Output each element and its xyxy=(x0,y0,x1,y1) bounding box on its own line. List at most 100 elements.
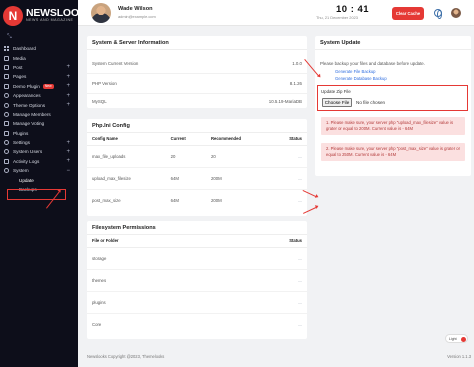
sidebar-item-label: Theme Options xyxy=(13,102,46,108)
expand-icon[interactable]: + xyxy=(66,83,70,89)
status-text: — xyxy=(298,255,302,261)
sidebar-item-label: Manage Voting xyxy=(13,121,45,127)
expand-icon[interactable]: + xyxy=(66,158,70,164)
sidebar-item-system[interactable]: System − xyxy=(0,166,78,175)
sidebar-item-pages[interactable]: Pages + xyxy=(0,72,78,81)
info-row: PHP Version 8.1.26 xyxy=(87,74,307,94)
sidebar-item-dashboard[interactable]: Dashboard xyxy=(0,44,78,53)
status-icon: — xyxy=(222,247,307,270)
avatar[interactable] xyxy=(91,3,111,23)
php-config-table: Config Name Current Recommended Status m… xyxy=(87,133,307,211)
card-title: Filesystem Permissions xyxy=(87,221,307,235)
sidebar-item-media[interactable]: Media xyxy=(0,53,78,62)
table-row: Core — xyxy=(87,313,307,335)
sidebar-item-label: Settings xyxy=(13,140,30,146)
table-row: storage — xyxy=(87,247,307,270)
expand-icon[interactable]: + xyxy=(66,149,70,155)
status-icon: — xyxy=(222,291,307,314)
expand-icon[interactable]: + xyxy=(66,93,70,99)
sidebar-item-system-users[interactable]: System Users + xyxy=(0,147,78,156)
column-header: File or Folder xyxy=(87,235,223,248)
info-label: PHP Version xyxy=(92,81,117,86)
plugin-icon xyxy=(4,83,9,89)
voting-icon xyxy=(4,121,9,127)
sidebar-item-appearances[interactable]: Appearances + xyxy=(0,91,78,100)
expand-icon[interactable]: + xyxy=(66,102,70,108)
status-icon: — xyxy=(270,167,307,190)
sidebar-item-demo-plugin[interactable]: Demo Plugin New + xyxy=(0,82,78,91)
expand-icon[interactable]: + xyxy=(66,64,70,70)
footer: Newslooks Copyright @2023, Themelooks Ve… xyxy=(78,349,474,367)
footer-copyright: Newslooks Copyright @2023, Themelooks xyxy=(87,354,165,359)
table-header-row: File or Folder Status xyxy=(87,235,307,248)
sidebar-item-manage-members[interactable]: Manage Members xyxy=(0,110,78,119)
appearance-icon xyxy=(4,93,9,99)
user-email: admin@example.com xyxy=(118,14,156,19)
card-title: System & Server Information xyxy=(87,36,307,50)
status-text: — xyxy=(298,321,302,327)
status-text: — xyxy=(298,175,302,181)
generate-database-backup-link[interactable]: Generate Database Backup xyxy=(315,74,471,81)
generate-file-backup-link[interactable]: Generate File Backup xyxy=(315,67,471,74)
users-icon xyxy=(4,149,9,155)
info-value: 8.1.26 xyxy=(289,81,302,86)
sidebar-item-post[interactable]: Post + xyxy=(0,63,78,72)
sidebar: N NEWSLOOKS NEWS AND MAGAZINE ⤡ Dashboar… xyxy=(0,0,93,367)
sidebar-item-settings[interactable]: Settings + xyxy=(0,138,78,147)
clock: 10 : 41 xyxy=(336,4,370,15)
info-row: MySQL 10.5.19-MariaDB xyxy=(87,94,307,108)
column-header: Current xyxy=(165,133,206,146)
expand-icon[interactable]: + xyxy=(66,140,70,146)
status-icon: — xyxy=(270,145,307,168)
status-icon: — xyxy=(270,189,307,211)
config-name: upload_max_filesize xyxy=(87,167,166,190)
backup-note: Please backup your files and database be… xyxy=(320,61,425,66)
info-row: System Current Version 1.0.0 xyxy=(87,54,307,74)
sidebar-subitem-update[interactable]: Update xyxy=(0,175,78,184)
folder-name: themes xyxy=(87,269,223,292)
php-config-card: Php.Ini Config Config Name Current Recom… xyxy=(87,119,307,216)
table-row: upload_max_filesize 64M 200M — xyxy=(87,167,307,190)
clear-cache-button[interactable]: Clear Cache xyxy=(392,7,424,20)
config-current: 64M xyxy=(165,167,206,190)
config-recommended: 20 xyxy=(205,145,271,168)
sidebar-collapse-icon[interactable]: ⤡ xyxy=(0,28,78,44)
collapse-icon[interactable]: − xyxy=(66,168,70,174)
config-recommended: 200M xyxy=(205,167,271,190)
language-globe-icon[interactable] xyxy=(434,9,442,19)
logo-mark: N xyxy=(3,5,23,26)
card-title: Php.Ini Config xyxy=(87,119,307,133)
info-value: 10.5.19-MariaDB xyxy=(268,98,302,104)
user-name: Wade Wilson xyxy=(118,6,153,12)
table-row: plugins — xyxy=(87,291,307,314)
table-row: themes — xyxy=(87,269,307,292)
choose-file-button[interactable]: Choose File xyxy=(322,98,352,107)
table-header-row: Config Name Current Recommended Status xyxy=(87,133,307,146)
column-header: Config Name xyxy=(87,133,166,146)
status-text: — xyxy=(298,277,302,283)
status-icon: — xyxy=(222,313,307,335)
info-label: MySQL xyxy=(92,98,107,104)
status-text: — xyxy=(298,153,302,159)
sidebar-item-theme-options[interactable]: Theme Options + xyxy=(0,100,78,109)
light-mode-toggle[interactable]: Light xyxy=(445,334,468,343)
brand-logo[interactable]: N NEWSLOOKS NEWS AND MAGAZINE xyxy=(0,0,93,28)
sidebar-item-plugins[interactable]: Plugins xyxy=(0,129,78,138)
sidebar-item-activity-logs[interactable]: Activity Logs + xyxy=(0,157,78,166)
status-icon: — xyxy=(222,269,307,292)
upload-label: Update Zip File xyxy=(321,89,351,94)
members-icon xyxy=(4,111,9,117)
date: Thu, 21 December 2023 xyxy=(316,15,358,20)
sidebar-item-manage-voting[interactable]: Manage Voting xyxy=(0,119,78,128)
settings-icon xyxy=(4,140,9,146)
sidebar-item-label: Media xyxy=(13,55,26,61)
pages-icon xyxy=(4,74,9,80)
fs-permissions-table: File or Folder Status storage — themes — p… xyxy=(87,235,307,335)
sidebar-item-label: Post xyxy=(13,64,23,70)
folder-name: plugins xyxy=(87,291,223,314)
sidebar-item-label: Manage Members xyxy=(13,111,51,117)
alert-post-max-size: 2. Please make sure, your server php "po… xyxy=(321,143,465,161)
expand-icon[interactable]: + xyxy=(66,74,70,80)
profile-avatar[interactable] xyxy=(451,8,461,18)
column-header: Recommended xyxy=(205,133,271,146)
